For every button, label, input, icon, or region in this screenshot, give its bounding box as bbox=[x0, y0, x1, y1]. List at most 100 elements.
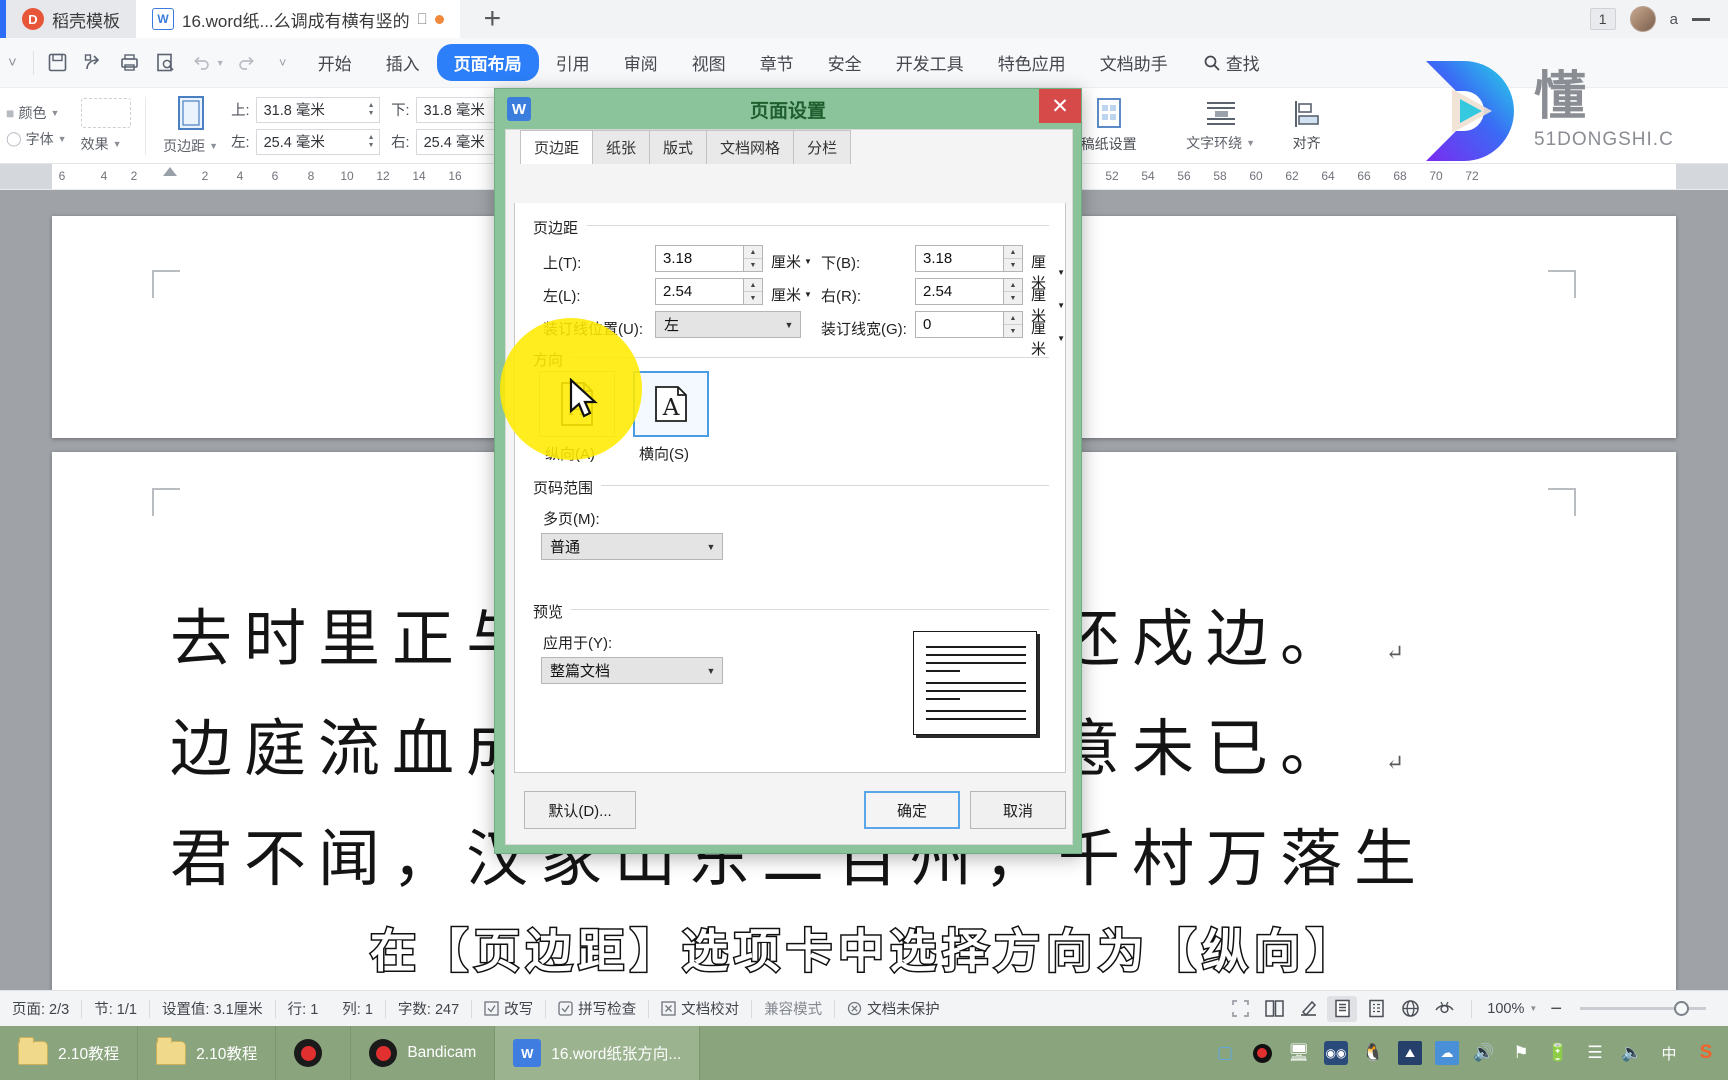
dlg-margin-bottom-stepper[interactable]: ▲ ▼ bbox=[1004, 245, 1023, 272]
ribbon-tab-section[interactable]: 章节 bbox=[743, 44, 811, 81]
ribbon-tab-start[interactable]: 开始 bbox=[301, 44, 369, 81]
dialog-default-button[interactable]: 默认(D)... bbox=[524, 791, 636, 829]
taskbar-item-folder-1[interactable]: 2.10教程 bbox=[0, 1026, 139, 1080]
dlg-margin-top-stepper[interactable]: ▲ ▼ bbox=[744, 245, 763, 272]
undo-icon[interactable] bbox=[184, 46, 220, 80]
taskbar-item-wps-doc[interactable]: W 16.word纸张方向... bbox=[495, 1026, 701, 1080]
tab-document[interactable]: W 16.word纸...么调成有横有竖的 ⎕ bbox=[136, 0, 460, 38]
dialog-tab-doc-grid[interactable]: 文档网格 bbox=[706, 130, 795, 164]
outline-view-icon[interactable] bbox=[1361, 996, 1391, 1022]
dlg-apply-to-select[interactable]: 整篇文档 ▼ bbox=[541, 657, 723, 684]
dlg-gutter-pos-select[interactable]: 左 ▼ bbox=[655, 311, 801, 338]
close-icon[interactable]: ✕ bbox=[1039, 89, 1081, 123]
books-icon[interactable]: ▢ bbox=[1213, 1041, 1237, 1065]
signal-icon[interactable]: ☰ bbox=[1583, 1041, 1607, 1065]
margin-left-input[interactable]: 25.4 毫米 ▲ ▼ bbox=[255, 128, 380, 155]
dlg-gutter-width-stepper[interactable]: ▲ ▼ bbox=[1004, 311, 1023, 338]
paper-setup-button[interactable]: 稿纸设置 bbox=[1072, 97, 1146, 154]
cast-icon[interactable]: ⎕ bbox=[418, 11, 427, 28]
taskbar-item-folder-2[interactable]: 2.10教程 bbox=[138, 1026, 277, 1080]
share-icon[interactable] bbox=[76, 46, 112, 80]
dlg-margin-left-stepper[interactable]: ▲ ▼ bbox=[744, 278, 763, 305]
dlg-margin-right-input[interactable]: 2.54 bbox=[915, 278, 1004, 305]
redo-icon[interactable] bbox=[229, 46, 265, 80]
effects-preview-icon[interactable] bbox=[80, 97, 131, 128]
ribbon-tab-developer[interactable]: 开发工具 bbox=[879, 44, 981, 81]
ribbon-tab-reference[interactable]: 引用 bbox=[539, 44, 607, 81]
penguin-icon[interactable]: 🐧 bbox=[1361, 1041, 1385, 1065]
dlg-gutter-width-unit[interactable]: 厘米 ▼ bbox=[1031, 317, 1065, 359]
ribbon-tab-view[interactable]: 视图 bbox=[675, 44, 743, 81]
zoom-out-button[interactable]: − bbox=[1544, 999, 1568, 1019]
stepper-icon[interactable]: ▲▼ bbox=[368, 102, 375, 117]
taskbar-item-bandicam[interactable]: Bandicam bbox=[351, 1026, 496, 1080]
find-button[interactable]: 查找 bbox=[1185, 50, 1260, 75]
notification-badge[interactable]: 1 bbox=[1589, 8, 1616, 30]
indent-marker-icon[interactable] bbox=[163, 167, 177, 176]
speaker-icon[interactable]: 🔊 bbox=[1472, 1041, 1496, 1065]
two-page-view-icon[interactable] bbox=[1259, 996, 1289, 1022]
dlg-gutter-width-input[interactable]: 0 bbox=[915, 311, 1004, 338]
ribbon-tab-review[interactable]: 审阅 bbox=[607, 44, 675, 81]
picture-icon[interactable]: ⛰ bbox=[1398, 1041, 1422, 1065]
align-button[interactable]: 对齐 bbox=[1276, 98, 1338, 153]
ribbon-tab-insert[interactable]: 插入 bbox=[369, 44, 437, 81]
text-wrap-button[interactable]: 文字环绕 ▼ bbox=[1176, 98, 1266, 153]
cloud-icon[interactable]: ☁ bbox=[1435, 1041, 1459, 1065]
theme-color-button[interactable]: ■ 颜色 ▼ bbox=[6, 103, 67, 123]
status-section[interactable]: 节: 1/1 bbox=[82, 998, 149, 1019]
new-tab-button[interactable]: + bbox=[460, 0, 526, 38]
status-overwrite-toggle[interactable]: 改写 bbox=[472, 998, 545, 1019]
tab-docer-template[interactable]: D 稻壳模板 bbox=[6, 0, 136, 38]
edit-layout-icon[interactable] bbox=[1293, 996, 1323, 1022]
dlg-multipage-select[interactable]: 普通 ▼ bbox=[541, 533, 723, 560]
status-word-count[interactable]: 字数: 247 bbox=[386, 998, 471, 1019]
dlg-margin-left-input[interactable]: 2.54 bbox=[655, 278, 744, 305]
avatar[interactable] bbox=[1629, 6, 1656, 32]
monitor-icon[interactable]: 🖥 bbox=[1287, 1041, 1311, 1065]
eye-protect-icon[interactable] bbox=[1429, 996, 1459, 1022]
dialog-ok-button[interactable]: 确定 bbox=[864, 791, 960, 829]
dialog-tab-columns[interactable]: 分栏 bbox=[793, 130, 852, 164]
zoom-slider[interactable] bbox=[1580, 1001, 1706, 1016]
dlg-margin-right-stepper[interactable]: ▲ ▼ bbox=[1004, 278, 1023, 305]
print-preview-icon[interactable] bbox=[148, 46, 184, 80]
dlg-margin-left-unit[interactable]: 厘米 ▼ bbox=[771, 284, 812, 305]
dialog-cancel-button[interactable]: 取消 bbox=[970, 791, 1066, 829]
glasses-icon[interactable]: ◉◉ bbox=[1324, 1041, 1348, 1065]
dialog-tab-layout[interactable]: 版式 bbox=[649, 130, 708, 164]
ribbon-tab-doc-assistant[interactable]: 文档助手 bbox=[1083, 44, 1185, 81]
zoom-slider-handle[interactable] bbox=[1674, 1001, 1689, 1016]
save-icon[interactable] bbox=[40, 46, 76, 80]
quick-access-more-icon[interactable]: ˅ bbox=[265, 46, 301, 80]
status-protection[interactable]: 文档未保护 bbox=[835, 998, 952, 1019]
ribbon-tab-security[interactable]: 安全 bbox=[811, 44, 879, 81]
print-icon[interactable] bbox=[112, 46, 148, 80]
page-layout-view-icon[interactable] bbox=[1327, 995, 1358, 1022]
ribbon-tab-featured-apps[interactable]: 特色应用 bbox=[981, 44, 1083, 81]
dialog-tab-margins[interactable]: 页边距 bbox=[520, 130, 594, 164]
margin-top-input[interactable]: 31.8 毫米 ▲ ▼ bbox=[255, 96, 380, 123]
undo-dropdown-icon[interactable]: ▼ bbox=[216, 58, 225, 68]
volume-icon[interactable]: 🔈 bbox=[1620, 1041, 1644, 1065]
taskbar-item-recorder[interactable] bbox=[276, 1026, 352, 1080]
dialog-tab-paper[interactable]: 纸张 bbox=[592, 130, 651, 164]
status-proofread-button[interactable]: 文档校对 bbox=[649, 998, 751, 1019]
orientation-landscape-option[interactable]: A bbox=[633, 371, 709, 437]
dlg-margin-top-input[interactable]: 3.18 bbox=[655, 245, 744, 272]
status-spellcheck-toggle[interactable]: 拼写检查 bbox=[546, 998, 648, 1019]
flag-icon[interactable]: ⚑ bbox=[1509, 1041, 1533, 1065]
theme-effect-button[interactable]: 效果 ▼ bbox=[81, 134, 131, 154]
dlg-margin-bottom-input[interactable]: 3.18 bbox=[915, 245, 1004, 272]
status-page[interactable]: 页面: 2/3 bbox=[0, 998, 81, 1019]
sogou-icon[interactable]: S bbox=[1694, 1041, 1718, 1065]
chevron-down-icon[interactable]: ˅ bbox=[0, 54, 27, 71]
web-view-icon[interactable] bbox=[1395, 996, 1425, 1022]
record-icon[interactable] bbox=[1250, 1041, 1274, 1065]
battery-icon[interactable]: 🔋 bbox=[1546, 1041, 1570, 1065]
ribbon-tab-page-layout[interactable]: 页面布局 bbox=[436, 44, 539, 81]
minimize-icon[interactable] bbox=[1692, 17, 1710, 21]
theme-font-button[interactable]: ◯ 字体 ▼ bbox=[6, 129, 67, 149]
ime-icon[interactable]: 中 bbox=[1657, 1041, 1681, 1065]
dlg-margin-top-unit[interactable]: 厘米 ▼ bbox=[771, 251, 812, 272]
